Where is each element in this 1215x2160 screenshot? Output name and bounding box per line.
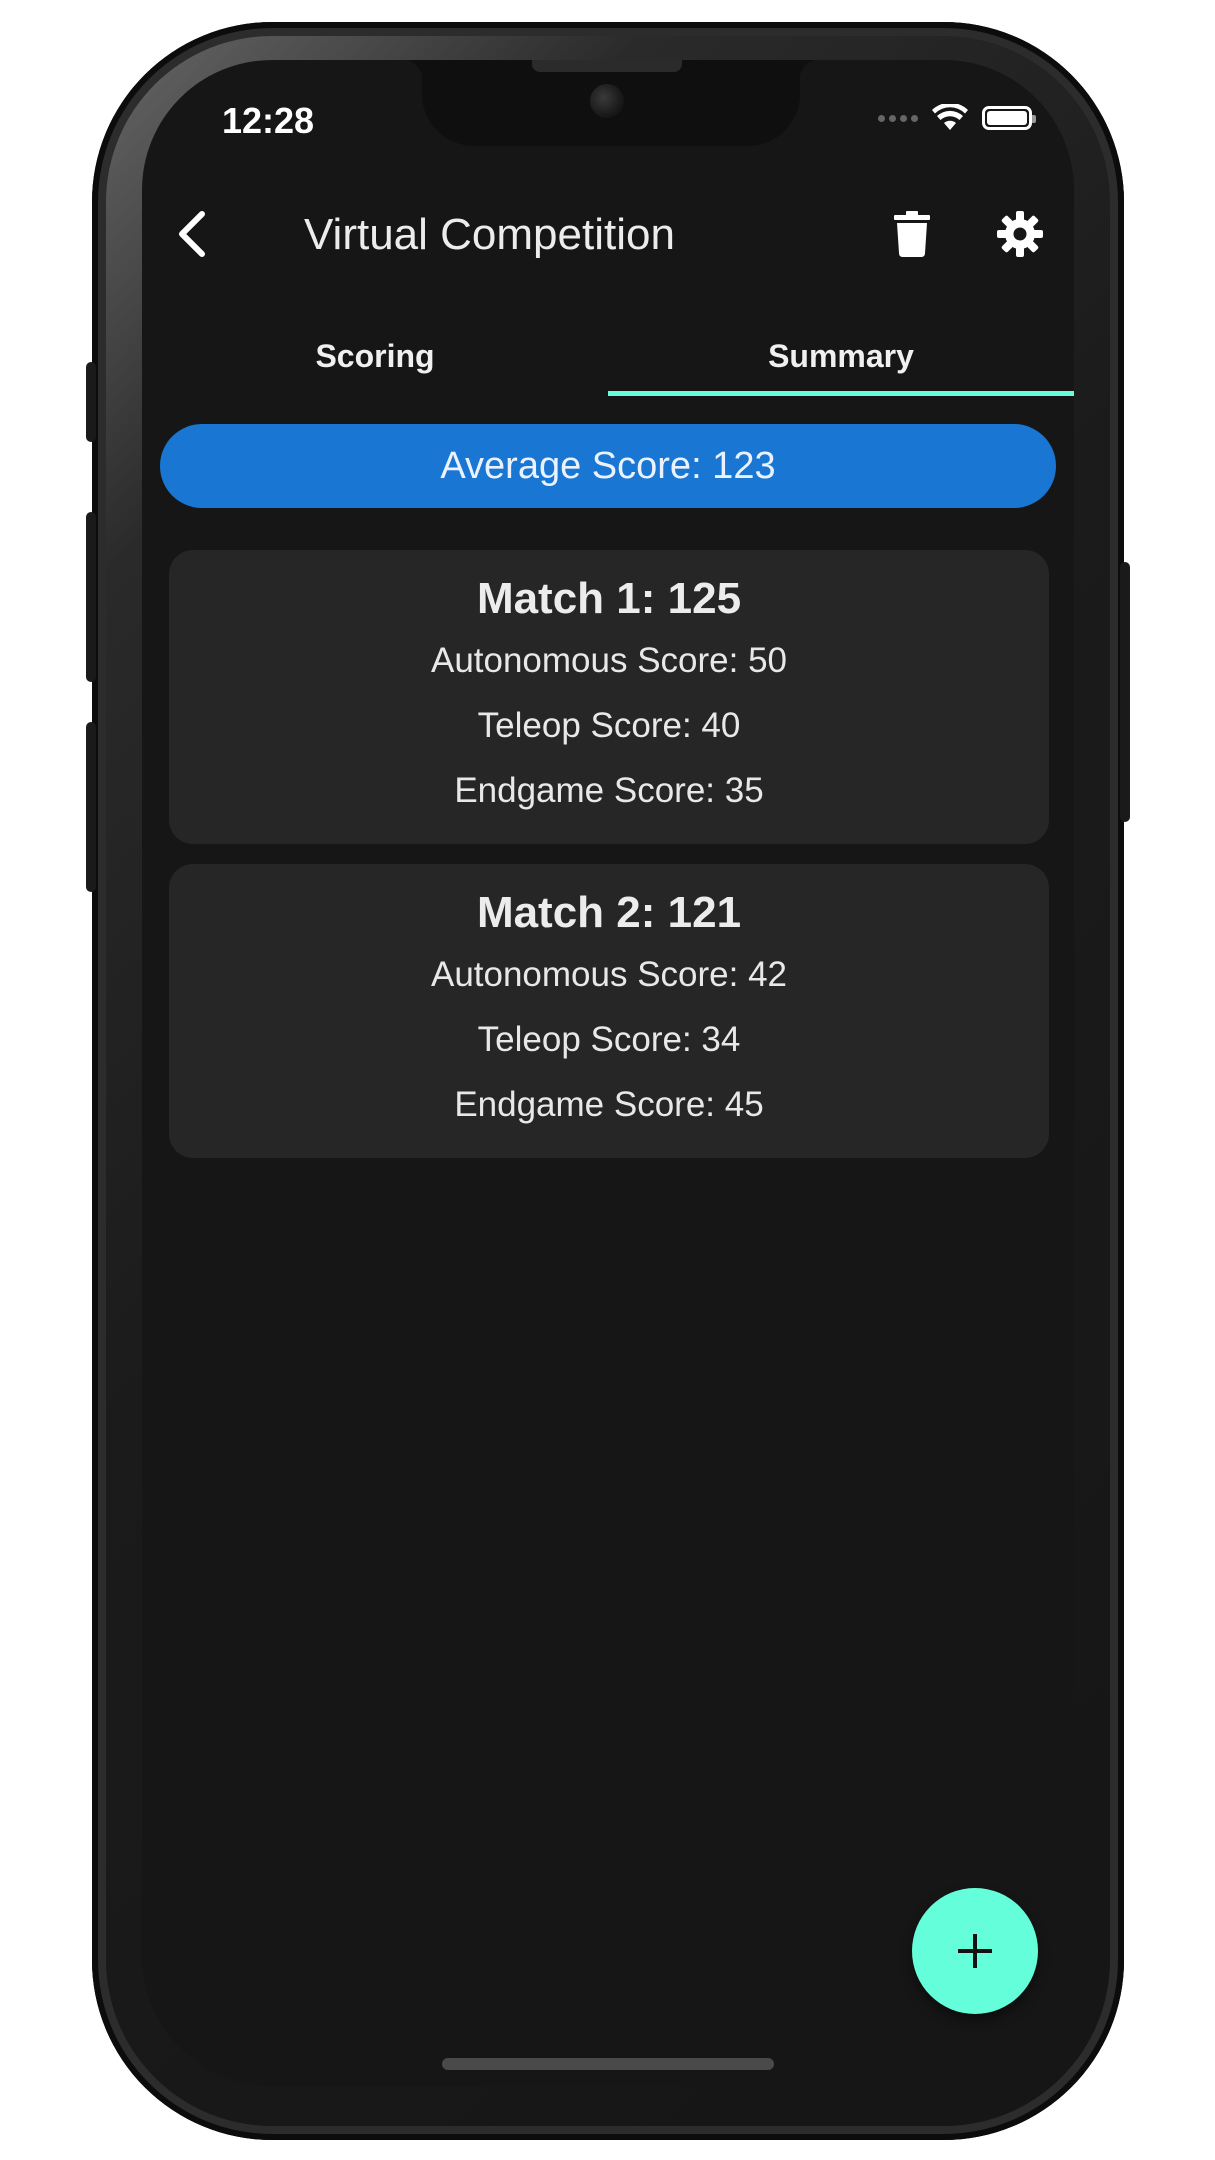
match-card: Match 1: 125 Autonomous Score: 50 Teleop… (169, 550, 1049, 844)
average-score-banner: Average Score: 123 (160, 424, 1056, 508)
match-card: Match 2: 121 Autonomous Score: 42 Teleop… (169, 864, 1049, 1158)
battery-icon (982, 106, 1036, 130)
teleop-score: Teleop Score: 34 (477, 1020, 741, 1059)
back-button[interactable] (160, 202, 224, 266)
add-match-button[interactable] (912, 1888, 1038, 2014)
autonomous-score: Autonomous Score: 50 (430, 641, 788, 680)
autonomous-score: Autonomous Score: 42 (430, 955, 788, 994)
wifi-icon (932, 104, 968, 130)
mute-switch (86, 362, 96, 442)
trash-icon (894, 211, 930, 257)
match-heading: Match 2: 121 (476, 888, 742, 937)
notch (402, 60, 820, 146)
match-heading: Match 1: 125 (476, 574, 742, 623)
power-button (1120, 562, 1130, 822)
front-camera (590, 84, 624, 118)
teleop-score: Teleop Score: 40 (477, 706, 741, 745)
status-icons (878, 104, 1036, 132)
endgame-score: Endgame Score: 45 (454, 1085, 764, 1124)
tab-summary[interactable]: Summary (608, 322, 1074, 396)
tab-bar: Scoring Summary (142, 322, 1074, 396)
volume-up-button (86, 512, 96, 682)
app-bar: Virtual Competition (142, 190, 1074, 290)
page-title: Virtual Competition (304, 210, 675, 259)
chevron-left-icon (179, 211, 205, 257)
app-screen: 12:28 Virtual Competition Scoring Summar… (142, 60, 1074, 2086)
home-indicator (442, 2058, 774, 2070)
cellular-signal-icon (878, 114, 918, 122)
volume-down-button (86, 722, 96, 892)
gear-icon (997, 211, 1043, 257)
settings-button[interactable] (990, 204, 1050, 264)
earpiece-speaker (532, 60, 682, 72)
status-time: 12:28 (222, 100, 315, 141)
endgame-score: Endgame Score: 35 (454, 771, 764, 810)
tab-scoring[interactable]: Scoring (142, 322, 608, 396)
delete-button[interactable] (882, 204, 942, 264)
plus-icon (958, 1934, 992, 1968)
